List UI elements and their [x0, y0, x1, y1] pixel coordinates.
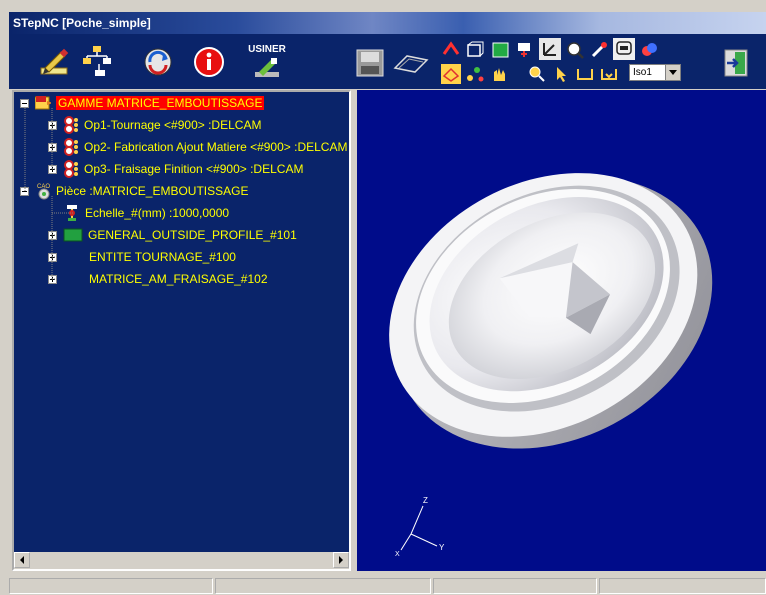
exit-door-icon[interactable] — [721, 48, 751, 78]
view-pan-icon[interactable] — [589, 40, 609, 60]
scroll-left-button[interactable] — [14, 552, 30, 568]
axis-x-label: X — [395, 551, 400, 558]
view-fold-icon[interactable] — [441, 64, 461, 84]
axis-y-label: Y — [439, 543, 445, 552]
hard-disk-icon[interactable] — [355, 48, 385, 78]
view-frame-icon[interactable] — [613, 38, 635, 60]
status-pane-1 — [9, 578, 213, 594]
tree-structure-icon[interactable] — [81, 44, 115, 80]
scroll-right-button[interactable] — [333, 552, 349, 568]
main-toolbar: USINER Iso1 — [9, 34, 766, 89]
view-fit-icon[interactable] — [491, 40, 511, 60]
view-magnify-icon[interactable] — [527, 64, 547, 84]
status-pane-2 — [215, 578, 431, 594]
edit-pencil-icon[interactable] — [37, 46, 71, 80]
refresh-icon[interactable] — [141, 45, 175, 79]
3d-viewport[interactable]: Z Y X — [357, 90, 766, 571]
status-pane-3 — [433, 578, 597, 594]
tree-connector-lines — [24, 108, 74, 280]
view-zoom-icon[interactable] — [565, 40, 585, 60]
view-rotate-icon[interactable] — [441, 40, 461, 60]
view-preset-value: Iso1 — [633, 67, 652, 78]
view-axis-icon[interactable] — [539, 38, 561, 60]
view-wave-icon[interactable] — [599, 64, 619, 84]
tool-path-icon[interactable] — [393, 50, 429, 76]
axis-z-label: Z — [423, 496, 428, 505]
status-pane-4 — [599, 578, 766, 594]
view-select-icon[interactable] — [515, 40, 535, 60]
machine-icon[interactable] — [253, 56, 281, 80]
tree-horizontal-scrollbar[interactable] — [14, 552, 349, 569]
view-preset-select[interactable]: Iso1 — [629, 64, 681, 81]
arrow-left-icon — [20, 556, 24, 564]
usiner-label: USINER — [248, 44, 286, 55]
view-cube-icon[interactable] — [465, 40, 485, 60]
view-layers-icon[interactable] — [639, 40, 659, 60]
view-pointer-icon[interactable] — [551, 64, 571, 84]
view-hand-icon[interactable] — [489, 64, 509, 84]
window-title: STepNC [Poche_simple] — [13, 16, 151, 30]
chevron-down-icon[interactable] — [665, 65, 680, 80]
view-points-icon[interactable] — [465, 64, 485, 84]
view-bracket-icon[interactable] — [575, 64, 595, 84]
status-bar — [9, 576, 766, 595]
project-tree[interactable]: GAMME MATRICE_EMBOUTISSAGE Op1-Tournage … — [12, 90, 351, 571]
info-icon[interactable] — [193, 46, 225, 78]
arrow-right-icon — [339, 556, 343, 564]
axis-triad: Z Y X — [395, 496, 445, 558]
window-title-bar: STepNC [Poche_simple] — [9, 12, 766, 34]
